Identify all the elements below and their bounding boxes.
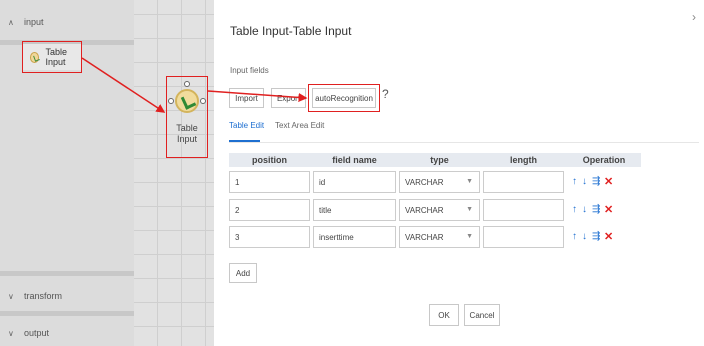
- add-row-button[interactable]: Add: [229, 263, 257, 283]
- position-input[interactable]: 3: [229, 226, 310, 248]
- column-header-length: length: [510, 155, 537, 165]
- group-header-input[interactable]: ∧ input: [0, 10, 134, 34]
- app-root: ∧ input Table Input ∨ transform ∨ output…: [0, 0, 704, 346]
- tab-table-edit[interactable]: Table Edit: [229, 121, 264, 130]
- column-header-position: position: [252, 155, 287, 165]
- group-divider: [0, 271, 134, 276]
- column-header-operation: Operation: [582, 155, 626, 165]
- tab-text-area-edit[interactable]: Text Area Edit: [275, 121, 324, 130]
- help-icon[interactable]: ?: [382, 87, 389, 101]
- tabs-divider: [229, 142, 699, 143]
- highlight-box-node: [166, 76, 208, 158]
- group-label-output: output: [24, 328, 50, 338]
- column-header-type: type: [430, 155, 449, 165]
- group-header-output[interactable]: ∨ output: [0, 321, 134, 345]
- caret-down-icon: ▼: [466, 206, 473, 213]
- import-button[interactable]: Import: [229, 88, 264, 108]
- move-up-icon[interactable]: ↑: [572, 176, 577, 187]
- type-select-value: VARCHAR: [405, 177, 444, 187]
- cancel-button[interactable]: Cancel: [464, 304, 500, 326]
- length-input[interactable]: [483, 199, 564, 221]
- type-select[interactable]: VARCHAR ▼: [399, 171, 480, 193]
- group-header-transform[interactable]: ∨ transform: [0, 284, 134, 308]
- flow-canvas[interactable]: [134, 0, 214, 346]
- ok-button[interactable]: OK: [429, 304, 459, 326]
- delete-icon[interactable]: ✕: [604, 175, 613, 188]
- section-label-input-fields: Input fields: [230, 66, 269, 75]
- length-input[interactable]: [483, 171, 564, 193]
- type-select[interactable]: VARCHAR ▼: [399, 226, 480, 248]
- move-down-icon[interactable]: ↓: [582, 231, 587, 242]
- group-label-input: input: [24, 17, 44, 27]
- move-up-icon[interactable]: ↑: [572, 204, 577, 215]
- type-select-value: VARCHAR: [405, 205, 444, 215]
- highlight-box-auto-recognition: [308, 84, 380, 112]
- group-divider: [0, 311, 134, 316]
- insert-row-icon[interactable]: ⇶: [592, 204, 600, 215]
- field-name-input[interactable]: id: [313, 171, 396, 193]
- position-input[interactable]: 1: [229, 171, 310, 193]
- field-name-input[interactable]: title: [313, 199, 396, 221]
- close-icon[interactable]: ›: [692, 10, 696, 24]
- delete-icon[interactable]: ✕: [604, 203, 613, 216]
- position-input[interactable]: 2: [229, 199, 310, 221]
- tab-active-indicator: [229, 140, 260, 142]
- insert-row-icon[interactable]: ⇶: [592, 231, 600, 242]
- move-up-icon[interactable]: ↑: [572, 231, 577, 242]
- move-down-icon[interactable]: ↓: [582, 204, 587, 215]
- type-select[interactable]: VARCHAR ▼: [399, 199, 480, 221]
- field-name-input[interactable]: inserttime: [313, 226, 396, 248]
- move-down-icon[interactable]: ↓: [582, 176, 587, 187]
- dialog-title: Table Input-Table Input: [230, 24, 352, 38]
- length-input[interactable]: [483, 226, 564, 248]
- column-header-field-name: field name: [332, 155, 377, 165]
- highlight-box-palette: [22, 41, 82, 73]
- type-select-value: VARCHAR: [405, 232, 444, 242]
- delete-icon[interactable]: ✕: [604, 230, 613, 243]
- insert-row-icon[interactable]: ⇶: [592, 176, 600, 187]
- chevron-down-icon: ∨: [8, 291, 14, 301]
- export-button[interactable]: Export: [271, 88, 306, 108]
- caret-down-icon: ▼: [466, 178, 473, 185]
- chevron-up-icon: ∧: [8, 17, 14, 27]
- chevron-down-icon: ∨: [8, 328, 14, 338]
- caret-down-icon: ▼: [466, 233, 473, 240]
- group-label-transform: transform: [24, 291, 63, 301]
